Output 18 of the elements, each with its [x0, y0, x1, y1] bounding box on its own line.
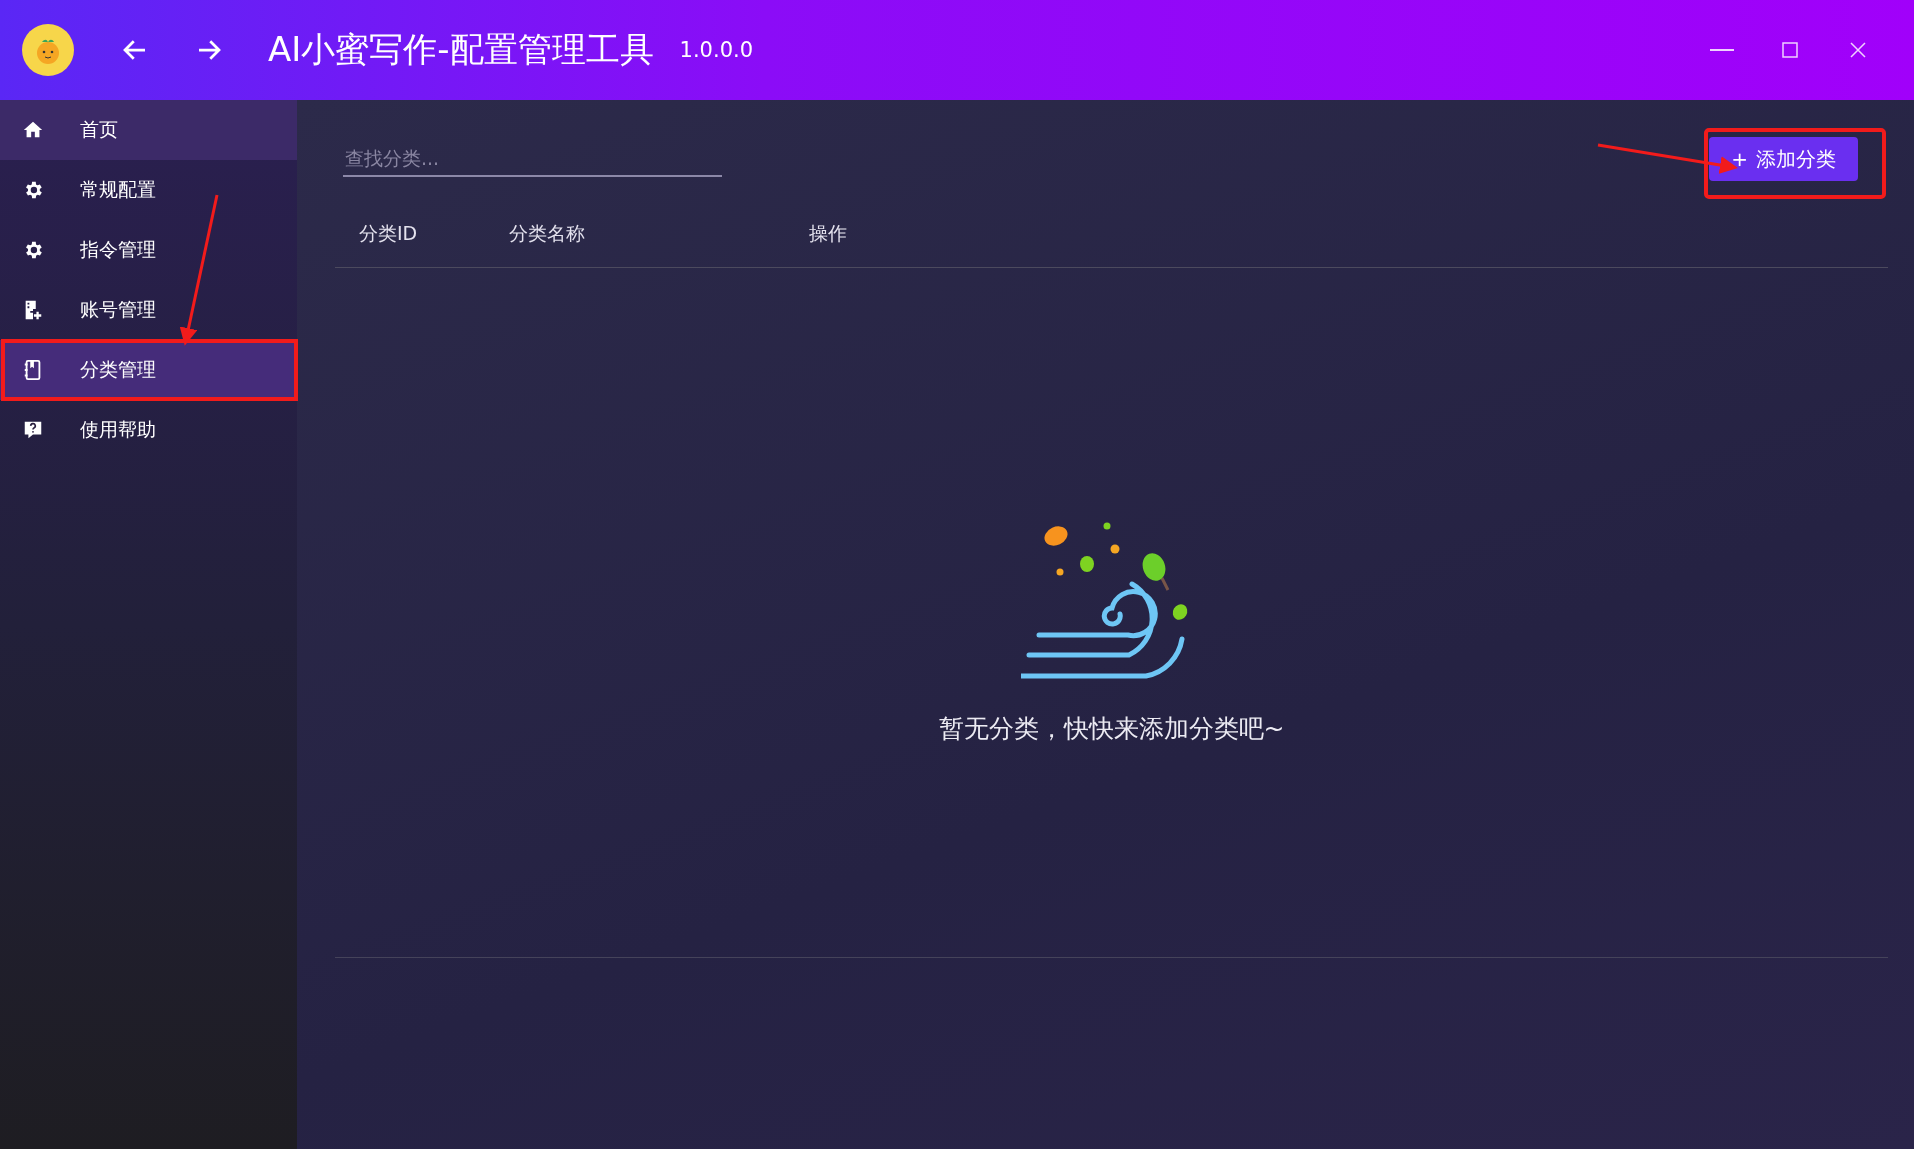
sidebar-item[interactable]: 指令管理 — [0, 220, 297, 280]
help-icon — [22, 419, 44, 441]
minimize-icon — [1710, 48, 1734, 52]
search-field[interactable]: 查找分类... — [343, 141, 722, 177]
app-logo — [22, 24, 74, 76]
close-icon — [1850, 42, 1866, 58]
sidebar-item[interactable]: 首页 — [0, 100, 297, 160]
sidebar-item[interactable]: 账号管理 — [0, 280, 297, 340]
sidebar-item[interactable]: 常规配置 — [0, 160, 297, 220]
empty-message: 暂无分类，快快来添加分类吧~ — [938, 713, 1285, 745]
version-label: 1.0.0.0 — [679, 38, 754, 62]
column-header: 分类名称 — [509, 221, 586, 246]
add-category-button[interactable]: + 添加分类 — [1709, 137, 1858, 181]
sidebar-item[interactable]: 使用帮助 — [0, 400, 297, 460]
maximize-icon — [1782, 42, 1798, 58]
window-title: AI小蜜写作-配置管理工具 — [268, 28, 654, 71]
column-header: 分类ID — [359, 221, 419, 246]
column-header: 操作 — [809, 221, 848, 246]
